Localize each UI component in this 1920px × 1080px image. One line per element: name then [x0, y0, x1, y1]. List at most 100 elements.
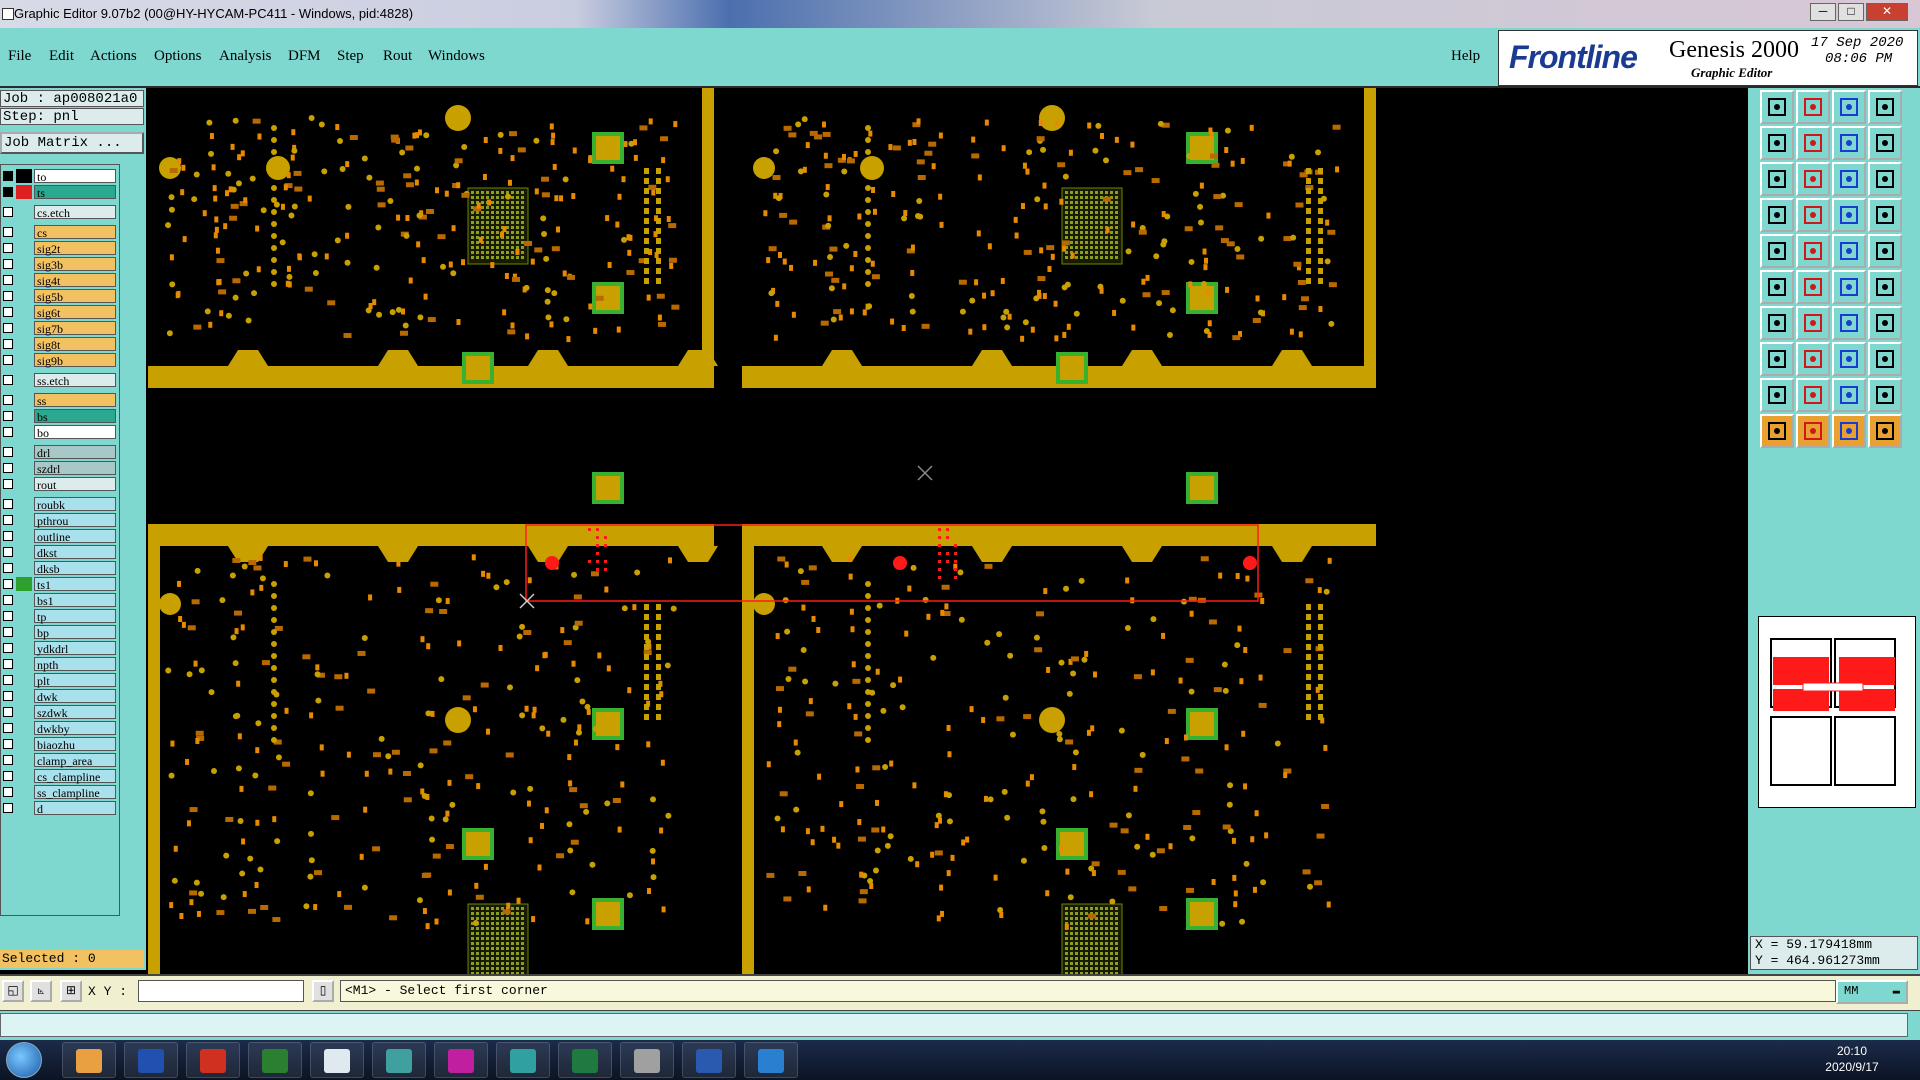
layer-color-swatch[interactable] [16, 657, 32, 671]
menu-file[interactable]: File [8, 48, 31, 65]
layer-row-bs[interactable]: bs [1, 409, 119, 424]
layer-row-npth[interactable]: npth [1, 657, 119, 672]
layer-checkbox[interactable] [3, 723, 13, 733]
graphic-canvas[interactable] [148, 88, 1746, 1080]
layer-row-sig8t[interactable]: sig8t [1, 337, 119, 352]
layer-color-swatch[interactable] [16, 205, 32, 219]
layer-row-dwkby[interactable]: dwkby [1, 721, 119, 736]
layer-name[interactable]: ydkdrl [34, 641, 116, 656]
layer-color-swatch[interactable] [16, 753, 32, 767]
layer-color-swatch[interactable] [16, 705, 32, 719]
layer-name[interactable]: bp [34, 625, 116, 640]
layer-checkbox[interactable] [3, 479, 13, 489]
layer-row-tp[interactable]: tp [1, 609, 119, 624]
layer-row-bs1[interactable]: bs1 [1, 593, 119, 608]
surface-icon[interactable] [1832, 234, 1866, 268]
layer-name[interactable]: sig3b [34, 257, 116, 272]
layer-row-ydkdrl[interactable]: ydkdrl [1, 641, 119, 656]
layer-color-swatch[interactable] [16, 225, 32, 239]
layer-color-swatch[interactable] [16, 593, 32, 607]
layer-name[interactable]: bs [34, 409, 116, 424]
layer-row-roubk[interactable]: roubk [1, 497, 119, 512]
pcb-drawing[interactable] [148, 88, 1746, 1080]
draw-line-icon[interactable] [1760, 306, 1794, 340]
layer-checkbox[interactable] [3, 771, 13, 781]
layer-row-cs-etch[interactable]: cs.etch [1, 205, 119, 220]
layer-checkbox[interactable] [3, 643, 13, 653]
layer-color-swatch[interactable] [16, 561, 32, 575]
layer-color-swatch[interactable] [16, 169, 32, 183]
layer-row-ss[interactable]: ss [1, 393, 119, 408]
layer-row-sig7b[interactable]: sig7b [1, 321, 119, 336]
transform-icon[interactable] [1868, 342, 1902, 376]
layer-color-swatch[interactable] [16, 305, 32, 319]
layer-color-swatch[interactable] [16, 641, 32, 655]
layer-checkbox[interactable] [3, 707, 13, 717]
zoom-next-icon[interactable] [1796, 126, 1830, 160]
help-icon[interactable] [1868, 162, 1902, 196]
layer-checkbox[interactable] [3, 323, 13, 333]
layer-row-drl[interactable]: drl [1, 445, 119, 460]
rotate-icon[interactable] [1868, 270, 1902, 304]
layer-checkbox[interactable] [3, 355, 13, 365]
xy-input[interactable] [138, 980, 304, 1002]
layer-row-rout[interactable]: rout [1, 477, 119, 492]
layer-checkbox[interactable] [3, 755, 13, 765]
taskbar-shell-icon[interactable] [62, 1042, 116, 1078]
layer-row-ts[interactable]: ts [1, 185, 119, 200]
layer-color-swatch[interactable] [16, 801, 32, 815]
minimize-button[interactable]: ─ [1810, 3, 1836, 21]
menu-options[interactable]: Options [154, 48, 202, 65]
menu-rout[interactable]: Rout [383, 48, 412, 65]
layer-tool-icon[interactable] [1760, 198, 1794, 232]
taskbar-genesis-icon[interactable] [372, 1042, 426, 1078]
layer-color-swatch[interactable] [16, 321, 32, 335]
layer-checkbox[interactable] [3, 547, 13, 557]
pointer-measure-icon[interactable] [1868, 414, 1902, 448]
layer-row-ss-etch[interactable]: ss.etch [1, 373, 119, 388]
layer-row-plt[interactable]: plt [1, 673, 119, 688]
start-button[interactable] [6, 1042, 42, 1078]
layer-color-swatch[interactable] [16, 737, 32, 751]
layer-color-swatch[interactable] [16, 785, 32, 799]
zoom-fit-icon[interactable] [1832, 126, 1866, 160]
layer-color-swatch[interactable] [16, 577, 32, 591]
layer-color-swatch[interactable] [16, 409, 32, 423]
layer-row-cs[interactable]: cs [1, 225, 119, 240]
layer-checkbox[interactable] [3, 499, 13, 509]
units-selector[interactable]: MM ▬ [1836, 980, 1908, 1004]
layer-color-swatch[interactable] [16, 289, 32, 303]
menu-dfm[interactable]: DFM [288, 48, 321, 65]
layer-name[interactable]: dwkby [34, 721, 116, 736]
layer-row-dkst[interactable]: dkst [1, 545, 119, 560]
layer-color-swatch[interactable] [16, 425, 32, 439]
triangle-d-icon[interactable] [1868, 378, 1902, 412]
line-icon[interactable] [1796, 234, 1830, 268]
taskbar-tool-green-icon[interactable] [248, 1042, 302, 1078]
window-icon[interactable] [1868, 90, 1902, 124]
layer-row-d[interactable]: d [1, 801, 119, 816]
layer-checkbox[interactable] [3, 787, 13, 797]
layer-checkbox[interactable] [3, 395, 13, 405]
layer-color-swatch[interactable] [16, 513, 32, 527]
pad-icon[interactable] [1760, 234, 1794, 268]
scale-icon[interactable] [1832, 162, 1866, 196]
home-icon[interactable] [1832, 90, 1866, 124]
layer-checkbox[interactable] [3, 339, 13, 349]
layer-row-szdwk[interactable]: szdwk [1, 705, 119, 720]
center-icon[interactable] [1796, 162, 1830, 196]
layer-checkbox[interactable] [3, 307, 13, 317]
grid-icon[interactable]: ⊞ [60, 980, 82, 1002]
layer-checkbox[interactable] [3, 691, 13, 701]
layer-checkbox[interactable] [3, 675, 13, 685]
copy-icon[interactable] [1832, 270, 1866, 304]
layer-row-biaozhu[interactable]: biaozhu [1, 737, 119, 752]
layer-name[interactable]: sig2t [34, 241, 116, 256]
layer-color-swatch[interactable] [16, 545, 32, 559]
layer-checkbox[interactable] [3, 515, 13, 525]
circle-icon[interactable] [1868, 234, 1902, 268]
system-clock[interactable]: 20:10 2020/9/17 [1812, 1043, 1892, 1075]
layer-color-swatch[interactable] [16, 609, 32, 623]
maximize-button[interactable]: □ [1838, 3, 1864, 21]
pointer-edit-icon[interactable] [1832, 414, 1866, 448]
